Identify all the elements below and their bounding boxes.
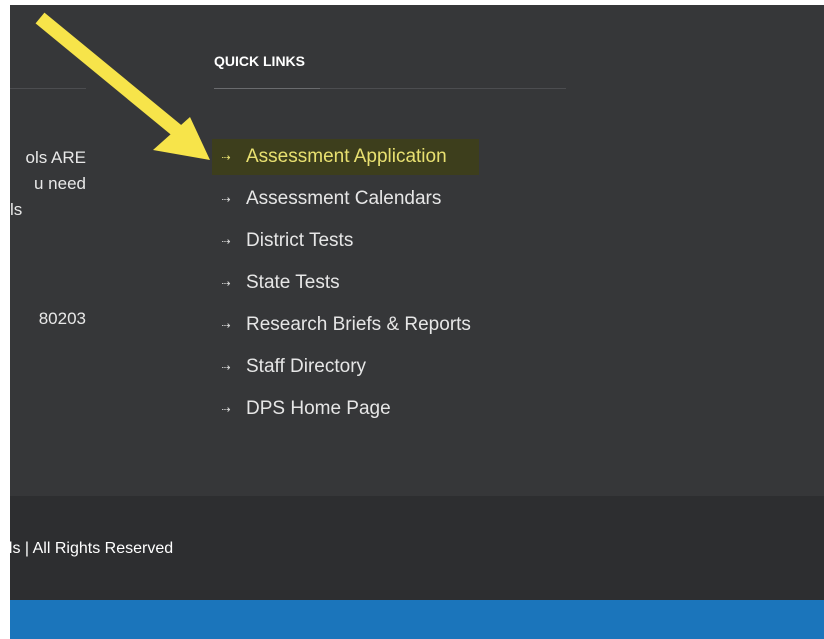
quick-link-label: Staff Directory (246, 356, 367, 377)
left-text-line: u need (34, 174, 86, 193)
dashed-right-arrow-icon: ⇢ (221, 235, 231, 248)
quick-link-state-tests[interactable]: ⇢ State Tests (212, 265, 479, 301)
left-footer-column: ols ARE u need ls 80203 (10, 5, 96, 496)
page: ols ARE u need ls 80203 QUICK LINKS ⇢ As… (0, 0, 824, 639)
address-zip: 80203 (38, 309, 86, 328)
dashed-right-arrow-icon: ⇢ (221, 403, 231, 416)
left-column-divider (10, 88, 86, 89)
dashed-right-arrow-icon: ⇢ (221, 277, 231, 290)
quick-link-label: Assessment Calendars (246, 188, 442, 209)
dashed-right-arrow-icon: ⇢ (221, 361, 231, 374)
footer-blue-bar (10, 600, 824, 639)
quick-link-assessment-calendars[interactable]: ⇢ Assessment Calendars (212, 181, 479, 217)
left-text-line: ls (10, 200, 23, 219)
quick-link-label: Research Briefs & Reports (246, 314, 471, 335)
quick-link-label: DPS Home Page (246, 398, 391, 419)
site-footer: ols ARE u need ls 80203 QUICK LINKS ⇢ As… (10, 5, 824, 496)
dashed-right-arrow-icon: ⇢ (221, 193, 231, 206)
quick-links-list: ⇢ Assessment Application ⇢ Assessment Ca… (212, 139, 479, 433)
quick-links-divider (214, 88, 566, 89)
quick-link-label: Assessment Application (246, 146, 447, 167)
quick-links-heading: QUICK LINKS (214, 53, 305, 69)
copyright-label: ols | All Rights Reserved (0, 540, 174, 557)
quick-link-dps-home-page[interactable]: ⇢ DPS Home Page (212, 391, 479, 427)
quick-link-label: District Tests (246, 230, 354, 251)
quick-link-label: State Tests (246, 272, 340, 293)
quick-link-assessment-application[interactable]: ⇢ Assessment Application (212, 139, 479, 175)
left-text-line: ols ARE (25, 148, 86, 167)
quick-links-divider-accent (214, 88, 320, 89)
dashed-right-arrow-icon: ⇢ (221, 151, 231, 164)
left-column-text: ols ARE u need ls (10, 145, 86, 223)
quick-link-research-briefs[interactable]: ⇢ Research Briefs & Reports (212, 307, 479, 343)
quick-link-district-tests[interactable]: ⇢ District Tests (212, 223, 479, 259)
dashed-right-arrow-icon: ⇢ (221, 319, 231, 332)
quick-link-staff-directory[interactable]: ⇢ Staff Directory (212, 349, 479, 385)
copyright-text: ols | All Rights Reserved (0, 540, 230, 558)
